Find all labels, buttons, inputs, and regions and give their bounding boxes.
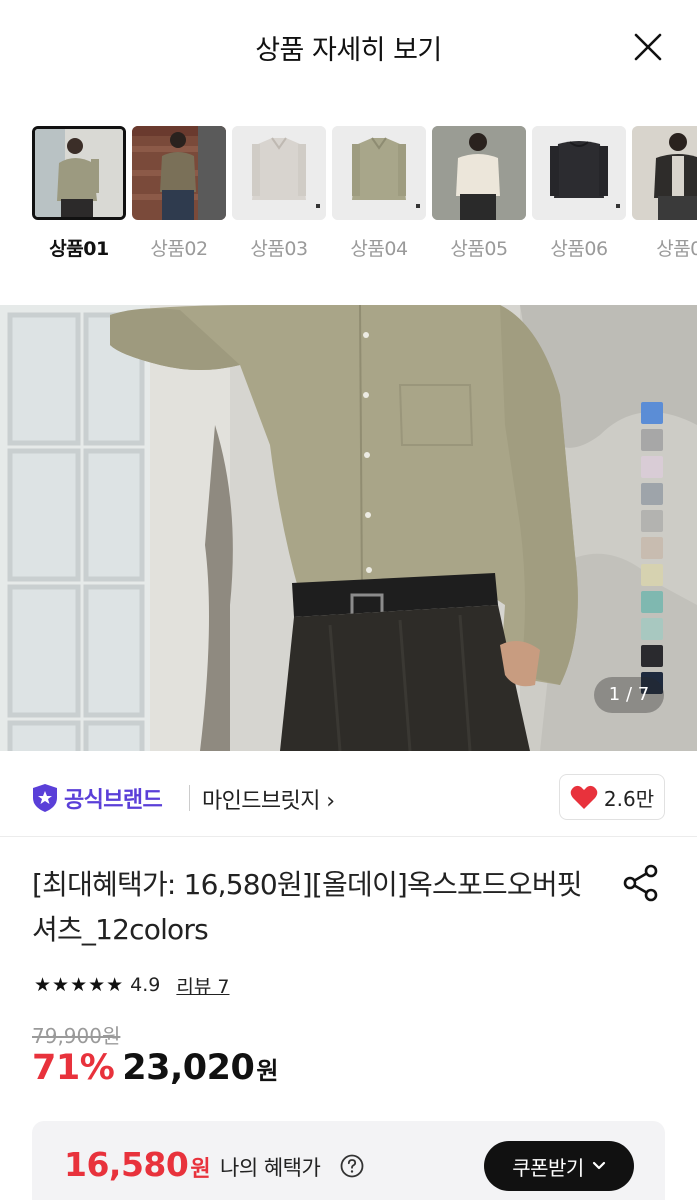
star-rating-icon: ★★★★★ [34, 974, 125, 996]
review-link[interactable]: 리뷰 7 [176, 972, 229, 999]
like-button[interactable]: 2.6만 [559, 774, 665, 820]
official-brand-badge[interactable]: 공식브랜드 [32, 782, 163, 814]
product-title: [최대혜택가: 16,580원][올데이]옥스포드오버핏셔츠_12colors [32, 868, 583, 946]
color-swatch[interactable] [641, 537, 663, 559]
thumbnail-item[interactable]: 상품04 [332, 126, 426, 261]
color-swatch-list [641, 402, 665, 699]
thumbnail-item[interactable]: 상품06 [532, 126, 626, 261]
official-brand-label: 공식브랜드 [64, 788, 163, 813]
color-swatch[interactable] [641, 483, 663, 505]
rating-row: ★★★★★ 4.9 리뷰 7 [34, 970, 229, 1000]
color-swatch[interactable] [641, 564, 663, 586]
coupon-button-label: 쿠폰받기 [512, 1155, 584, 1180]
thumbnail-item[interactable]: 상품05 [432, 126, 526, 261]
color-swatch[interactable] [641, 456, 663, 478]
help-button[interactable] [340, 1154, 364, 1178]
page-title: 상품 자세히 보기 [255, 35, 442, 66]
thumbnail-label: 상품0 [656, 238, 697, 260]
thumbnail-image [432, 126, 526, 220]
header: 상품 자세히 보기 [0, 0, 697, 100]
divider [0, 836, 697, 837]
rating-score: 4.9 [130, 974, 161, 996]
benefit-price-unit: 원 [190, 1157, 211, 1182]
share-icon [623, 864, 658, 902]
price-row: 71% 23,020 원 [32, 1048, 278, 1088]
discount-rate: 71% [32, 1048, 115, 1088]
close-button[interactable] [631, 30, 665, 64]
color-swatch[interactable] [641, 429, 663, 451]
thumbnail-strip: 상품01 상품02 상품03 상품04 상품05 상품06 상품0 [32, 126, 697, 266]
share-button[interactable] [622, 864, 660, 902]
thumbnail-label: 상품06 [550, 238, 608, 260]
thumbnail-item[interactable]: 상품0 [632, 126, 697, 261]
color-swatch[interactable] [641, 645, 663, 667]
question-circle-icon [340, 1154, 364, 1178]
benefit-label: 나의 혜택가 [220, 1156, 321, 1180]
heart-icon [570, 785, 598, 809]
color-swatch[interactable] [641, 618, 663, 640]
close-icon [634, 33, 662, 61]
thumbnail-image [632, 126, 697, 220]
get-coupon-button[interactable]: 쿠폰받기 [484, 1141, 634, 1191]
thumbnail-image [332, 126, 426, 220]
thumbnail-label: 상품03 [250, 238, 308, 260]
chevron-down-icon [592, 1161, 605, 1170]
thumbnail-label: 상품05 [450, 238, 508, 260]
brand-name-link[interactable]: 마인드브릿지 › [202, 783, 335, 815]
thumbnail-label: 상품01 [49, 238, 109, 260]
color-swatch[interactable] [641, 510, 663, 532]
divider [189, 785, 190, 811]
benefit-price-box: 16,580 원 나의 혜택가 쿠폰받기 [32, 1121, 665, 1200]
brand-row: 공식브랜드 마인드브릿지 › 2.6만 [0, 770, 697, 826]
thumbnail-label: 상품02 [150, 238, 208, 260]
thumbnail-item[interactable]: 상품02 [132, 126, 226, 261]
original-price: 79,900원 [32, 1024, 121, 1048]
thumbnail-image [132, 126, 226, 220]
thumbnail-label: 상품04 [350, 238, 408, 260]
thumbnail-image [232, 126, 326, 220]
color-swatch[interactable] [641, 591, 663, 613]
thumbnail-image [532, 126, 626, 220]
thumbnail-image [32, 126, 126, 220]
shield-star-icon [33, 784, 57, 812]
product-photo [0, 305, 697, 751]
gallery-counter: 1 / 7 [594, 677, 664, 713]
sale-price: 23,020 [122, 1048, 255, 1088]
like-count: 2.6만 [603, 786, 655, 811]
thumbnail-item[interactable]: 상품03 [232, 126, 326, 261]
color-swatch[interactable] [641, 402, 663, 424]
benefit-price-value: 16,580 [64, 1145, 189, 1184]
benefit-price: 16,580 원 [64, 1145, 211, 1184]
thumbnail-item[interactable]: 상품01 [32, 126, 126, 261]
product-main-image[interactable] [0, 305, 697, 751]
sale-price-unit: 원 [256, 1057, 279, 1085]
